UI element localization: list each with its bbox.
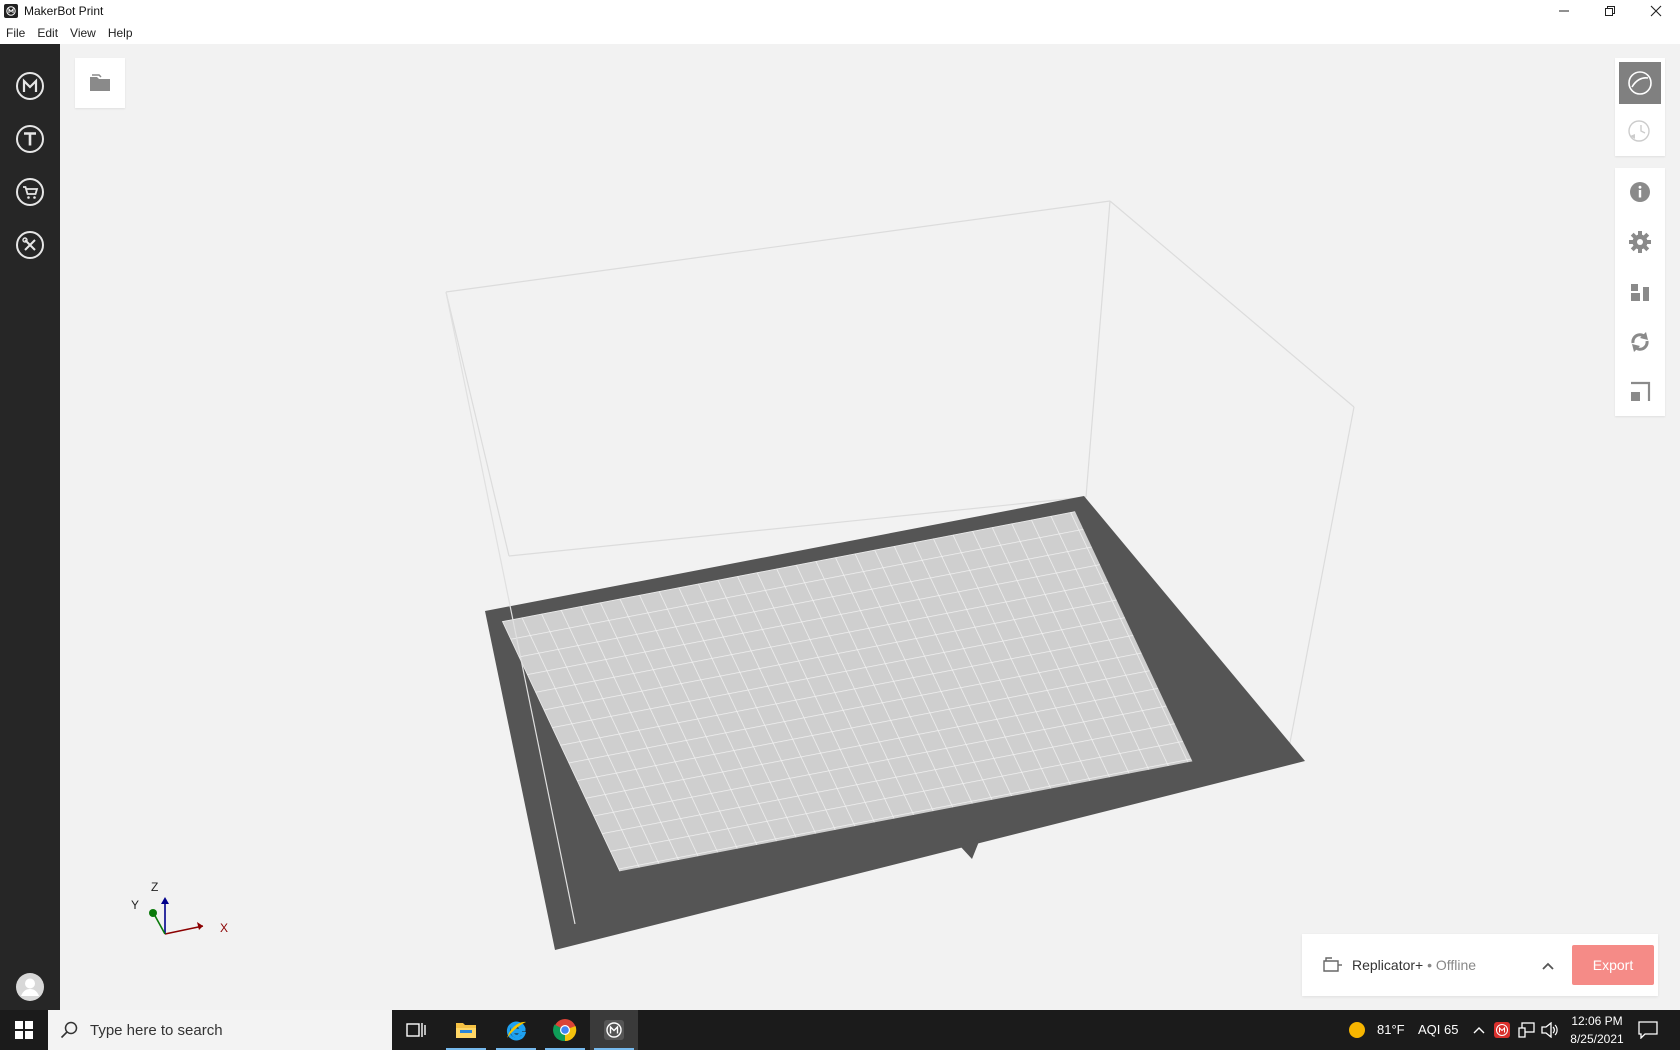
search-icon [60, 1021, 78, 1039]
axis-label-z: Z [151, 880, 159, 894]
makerbot-logo-icon[interactable] [13, 69, 47, 103]
chrome-button[interactable] [541, 1010, 589, 1050]
build-plate-viewport[interactable]: Z Y X [60, 44, 1680, 1010]
prepare-view-icon[interactable] [1619, 62, 1661, 104]
volume-icon[interactable] [1541, 1022, 1559, 1038]
settings-gear-icon[interactable] [1619, 221, 1661, 263]
makerbot-tray-icon[interactable] [1494, 1022, 1510, 1038]
weather-temp[interactable]: 81°F [1377, 1022, 1405, 1037]
orient-icon[interactable] [1619, 321, 1661, 363]
internet-explorer-button[interactable] [492, 1010, 540, 1050]
build-plate-grid [501, 511, 1193, 872]
search-placeholder: Type here to search [90, 1021, 223, 1039]
menu-edit[interactable]: Edit [31, 26, 64, 40]
file-explorer-button[interactable] [442, 1010, 490, 1050]
chevron-up-icon[interactable] [1472, 1024, 1486, 1036]
info-icon[interactable] [1619, 171, 1661, 213]
arrange-icon[interactable] [1619, 271, 1661, 313]
windows-taskbar: Type here to search 81°F AQI 65 12:06 PM… [0, 1010, 1680, 1050]
axis-triad [149, 897, 204, 935]
build-volume-scene [149, 200, 1355, 950]
system-clock[interactable]: 12:06 PM 8/25/2021 [1560, 1012, 1634, 1048]
preview-view-icon[interactable] [1619, 110, 1661, 152]
notifications-icon[interactable] [1638, 1021, 1658, 1039]
menu-file[interactable]: File [0, 26, 31, 40]
task-view-icon [406, 1023, 426, 1037]
store-cart-icon[interactable] [13, 175, 47, 209]
taskbar-search-input[interactable]: Type here to search [48, 1010, 392, 1050]
makerbot-taskbar-icon [604, 1020, 624, 1040]
weather-sun-icon[interactable] [1348, 1021, 1366, 1039]
makerbot-app-icon [4, 4, 18, 18]
thingiverse-icon[interactable] [13, 122, 47, 156]
axis-label-x: X [220, 921, 229, 935]
makerbot-taskbar-button[interactable] [590, 1010, 638, 1050]
clock-time: 12:06 PM [1571, 1014, 1623, 1028]
view-mode-panel [1615, 58, 1665, 156]
windows-logo-icon [15, 1021, 33, 1039]
printer-status-bar: Replicator+ • Offline Export [1302, 934, 1658, 996]
window-title: MakerBot Print [24, 4, 104, 18]
menu-view[interactable]: View [64, 26, 102, 40]
printer-status: • Offline [1423, 957, 1477, 973]
task-view-button[interactable] [392, 1010, 440, 1050]
open-file-button[interactable] [75, 58, 125, 108]
folder-icon [456, 1023, 476, 1038]
printer-icon [1323, 957, 1342, 972]
chevron-up-icon[interactable] [1538, 956, 1558, 976]
axis-label-y: Y [131, 898, 140, 912]
user-avatar-icon[interactable] [13, 970, 47, 1004]
menu-help[interactable]: Help [102, 26, 139, 40]
weather-aqi[interactable]: AQI 65 [1418, 1022, 1458, 1037]
menu-bar: File Edit View Help [0, 22, 1680, 44]
restore-button[interactable] [1587, 0, 1633, 22]
close-button[interactable] [1633, 0, 1679, 22]
printer-name-label[interactable]: Replicator+ • Offline [1352, 957, 1476, 973]
network-icon[interactable] [1518, 1022, 1536, 1038]
scale-icon[interactable] [1619, 371, 1661, 413]
chrome-icon [553, 1019, 577, 1042]
minimize-button[interactable] [1541, 0, 1587, 22]
internet-explorer-icon [506, 1021, 527, 1041]
clock-date: 8/25/2021 [1570, 1032, 1624, 1046]
left-sidebar [0, 44, 60, 1010]
tools-panel [1615, 168, 1665, 416]
windows-start-button[interactable] [0, 1010, 48, 1050]
tools-icon[interactable] [13, 228, 47, 262]
title-bar: MakerBot Print [0, 0, 1680, 22]
export-button[interactable]: Export [1572, 945, 1654, 985]
printer-name: Replicator+ [1352, 957, 1424, 973]
folder-icon [90, 74, 110, 91]
